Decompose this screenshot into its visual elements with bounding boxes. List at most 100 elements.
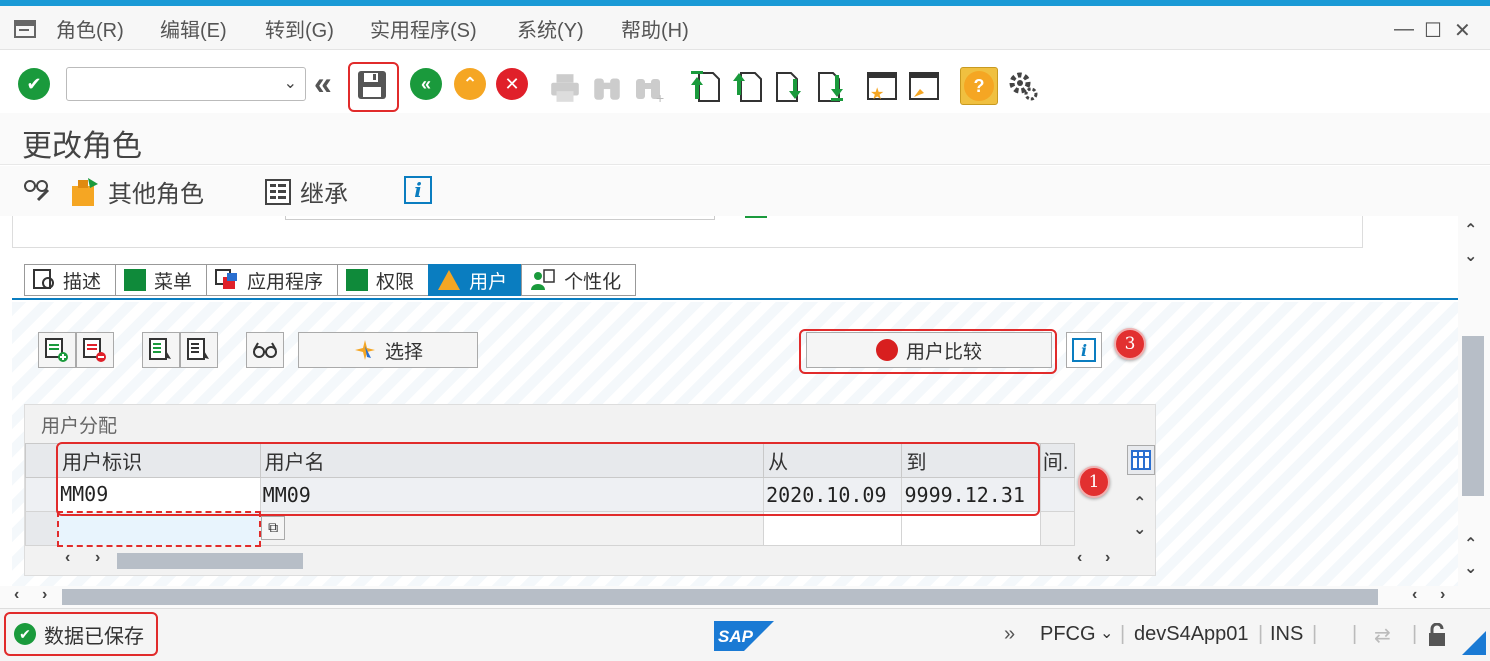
system-menu-icon[interactable]: [14, 20, 36, 38]
help-button[interactable]: ?: [960, 67, 998, 105]
command-field[interactable]: ⌄: [66, 67, 306, 101]
other-role-icon: [72, 177, 98, 206]
select-cursor-icon: [354, 340, 375, 360]
first-page-icon[interactable]: [688, 69, 722, 103]
deselect-all-button[interactable]: [180, 332, 218, 368]
inherit-list-icon: [265, 178, 291, 205]
chevron-down-icon[interactable]: ⌄: [1100, 623, 1113, 643]
collapse-toolbar-icon[interactable]: «: [314, 65, 348, 101]
row-selector[interactable]: [24, 477, 59, 512]
menu-goto[interactable]: 转到(G): [265, 14, 334, 43]
divider: |: [1258, 623, 1264, 645]
menu-utilities[interactable]: 实用程序(S): [370, 14, 477, 43]
menu-help[interactable]: 帮助(H): [621, 14, 689, 43]
info-button[interactable]: i: [404, 176, 432, 204]
cancel-button[interactable]: ✕: [496, 68, 530, 102]
menu-system[interactable]: 系统(Y): [517, 14, 584, 43]
insert-row-button[interactable]: [38, 332, 76, 368]
tab-applications-label: 应用程序: [247, 271, 324, 293]
menu-role[interactable]: 角色(R): [56, 14, 124, 43]
annotation-badge-1: 1: [1078, 466, 1110, 498]
highlight-status: [4, 612, 158, 656]
tab-menu[interactable]: 菜单: [115, 264, 207, 296]
insert-mode[interactable]: INS: [1270, 623, 1303, 646]
scroll-right-icon[interactable]: ›: [1105, 549, 1110, 567]
close-window-button[interactable]: ✕: [1454, 18, 1471, 43]
select-all-button[interactable]: [142, 332, 180, 368]
back-icon: «: [410, 68, 442, 100]
column-header-interval[interactable]: 间.: [1039, 443, 1076, 478]
grid-horizontal-scrollbar[interactable]: ‹ ›: [59, 549, 1059, 571]
cell-empty[interactable]: [763, 511, 903, 546]
resize-grip-icon[interactable]: [1462, 631, 1486, 655]
application-toolbar: 其他角色 继承 i: [0, 166, 1490, 216]
tab-personalization-label: 个性化: [564, 271, 622, 293]
scroll-up-icon[interactable]: ⌃: [1464, 220, 1477, 240]
scroll-left-icon[interactable]: ‹: [65, 549, 70, 567]
scroll-left-icon[interactable]: ‹: [1077, 549, 1082, 567]
transaction-code: PFCG: [1040, 623, 1096, 645]
scroll-up-icon[interactable]: ⌃: [1464, 534, 1477, 554]
new-session-icon[interactable]: ★: [866, 69, 900, 103]
other-role-button[interactable]: 其他角色: [70, 174, 204, 209]
new-user-id-input[interactable]: ⧉: [56, 510, 286, 547]
row-selector[interactable]: [24, 511, 59, 546]
settings-gear-icon[interactable]: [1006, 69, 1040, 103]
column-settings-button[interactable]: [1127, 445, 1155, 475]
scroll-right-icon[interactable]: ›: [95, 549, 100, 567]
enter-button[interactable]: ✔: [18, 68, 52, 102]
shortcut-icon[interactable]: [908, 69, 942, 103]
vertical-scrollbar[interactable]: ⌃ ⌄ ⌃ ⌄: [1458, 216, 1490, 586]
cell-empty[interactable]: [901, 511, 1041, 546]
display-change-button[interactable]: [22, 174, 52, 204]
display-details-button[interactable]: [246, 332, 284, 368]
previous-page-icon[interactable]: [730, 69, 764, 103]
connection-icon: ⇄: [1374, 625, 1391, 647]
last-page-icon[interactable]: [814, 69, 848, 103]
svg-text:SAP: SAP: [718, 627, 754, 646]
minimize-button[interactable]: —: [1394, 18, 1414, 41]
page-horizontal-scrollbar[interactable]: ‹ › ‹ ›: [0, 586, 1490, 608]
tab-user[interactable]: 用户: [428, 264, 522, 296]
select-button[interactable]: 选择: [298, 332, 478, 368]
divider: |: [1120, 623, 1126, 645]
scroll-down-icon[interactable]: ⌄: [1133, 519, 1146, 539]
scroll-thumb[interactable]: [117, 553, 303, 569]
scroll-down-icon[interactable]: ⌄: [1464, 558, 1477, 578]
tab-strip: 描述 菜单 应用程序 权限 用户 个性化: [24, 264, 637, 296]
value-help-icon[interactable]: ⧉: [261, 515, 286, 540]
scroll-right-icon[interactable]: ›: [42, 586, 47, 604]
scroll-down-icon[interactable]: ⌄: [1464, 246, 1477, 266]
glasses-icon: [253, 342, 277, 358]
select-button-label: 选择: [384, 341, 423, 363]
tab-personalization[interactable]: 个性化: [521, 264, 637, 296]
menu-edit[interactable]: 编辑(E): [160, 14, 227, 43]
maximize-button[interactable]: ☐: [1424, 18, 1442, 43]
tab-applications[interactable]: 应用程序: [206, 264, 338, 296]
user-info-button[interactable]: i: [1066, 332, 1102, 368]
lock-icon: [1429, 623, 1445, 646]
tab-authorizations[interactable]: 权限: [337, 264, 429, 296]
delete-row-button[interactable]: [76, 332, 114, 368]
status-expand-icon[interactable]: »: [1004, 623, 1015, 646]
insert-row-icon: [45, 338, 68, 362]
scroll-left-icon[interactable]: ‹: [14, 586, 19, 604]
select-all-cell[interactable]: [24, 443, 59, 478]
tab-description[interactable]: 描述: [24, 264, 116, 296]
table-row-empty[interactable]: ⧉: [24, 510, 1076, 547]
scroll-thumb[interactable]: [1462, 336, 1484, 496]
info-icon: i: [414, 178, 422, 202]
tab-menu-label: 菜单: [154, 271, 193, 293]
scroll-up-icon[interactable]: ⌃: [1133, 493, 1146, 513]
inherit-button[interactable]: 继承: [264, 174, 348, 209]
exit-button[interactable]: ⌃: [454, 68, 488, 102]
menu-bar: 角色(R) 编辑(E) 转到(G) 实用程序(S) 系统(Y) 帮助(H) — …: [0, 6, 1490, 50]
status-bar: ✔ 数据已保存 SAP » PFCG ⌄ | devS4App01 | INS …: [0, 608, 1490, 661]
back-button[interactable]: «: [410, 68, 444, 102]
select-all-icon: [149, 338, 171, 360]
scroll-right-icon[interactable]: ›: [1440, 586, 1445, 604]
next-page-icon[interactable]: [772, 69, 806, 103]
chevron-down-icon[interactable]: ⌄: [284, 73, 297, 93]
scroll-thumb[interactable]: [62, 589, 1378, 605]
scroll-left-icon[interactable]: ‹: [1412, 586, 1417, 604]
